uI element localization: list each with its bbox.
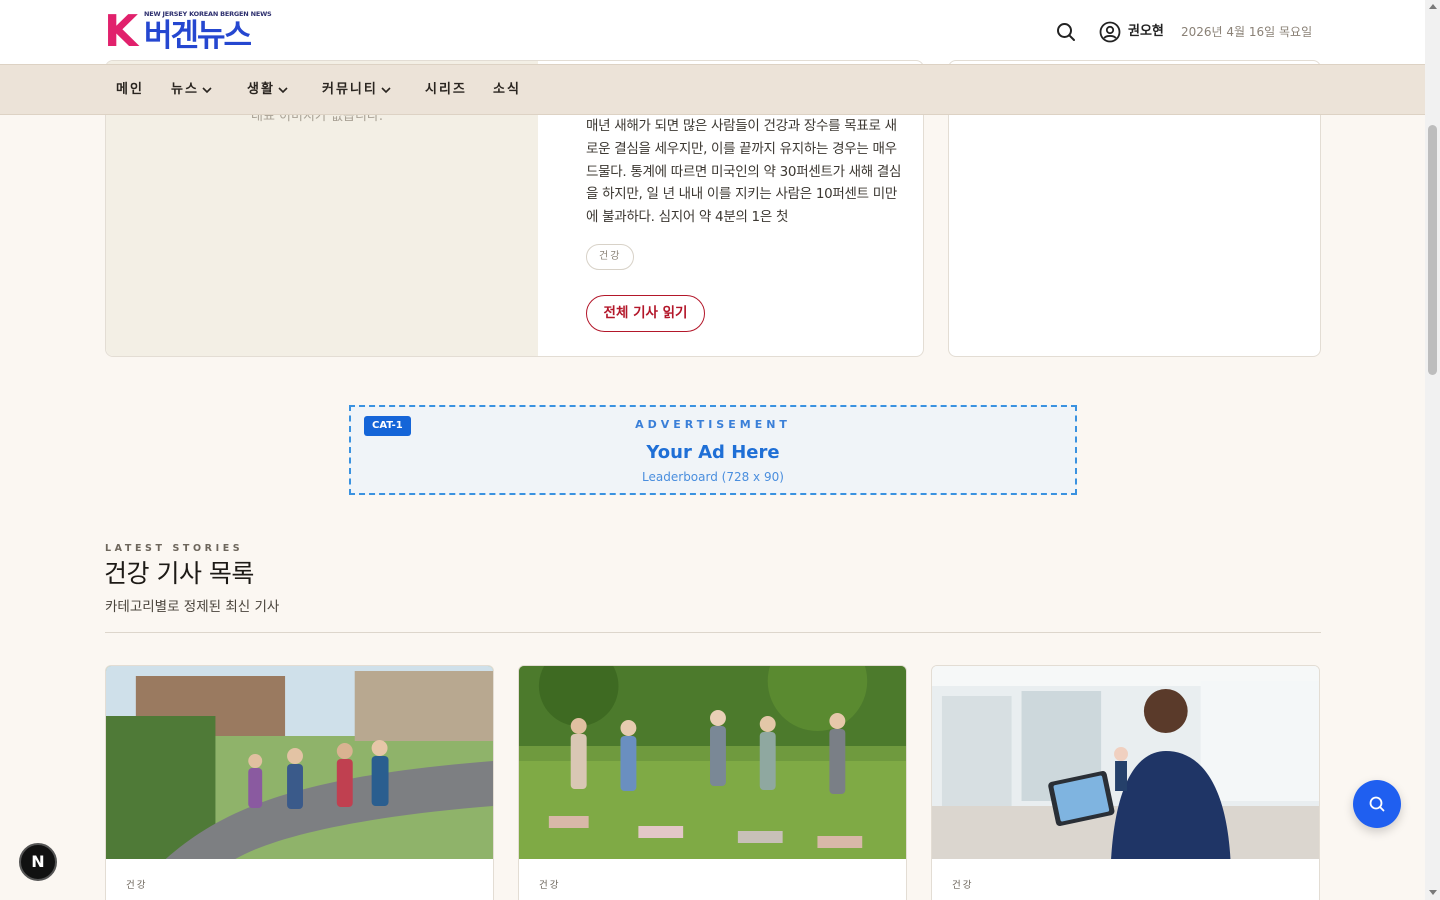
logo-letter: K: [104, 6, 138, 57]
story-category: 건강: [126, 880, 148, 891]
scroll-down-arrow-icon[interactable]: [1429, 890, 1437, 895]
nav-item-notices[interactable]: 소식: [493, 81, 521, 99]
read-full-article-button[interactable]: 전체 기사 읽기: [586, 295, 705, 332]
story-card[interactable]: 건강: [931, 665, 1320, 900]
nav-item-series[interactable]: 시리즈: [425, 81, 467, 99]
ad-leaderboard[interactable]: CAT-1 ADVERTISEMENT Your Ad Here Leaderb…: [349, 405, 1077, 495]
user-name[interactable]: 권오현: [1128, 23, 1164, 41]
ad-size: Leaderboard (728 x 90): [642, 470, 784, 484]
main-nav: 메인 뉴스 생활 커뮤니티 시리즈 소식: [0, 64, 1425, 115]
chevron-down-icon: [278, 87, 288, 94]
site-logo[interactable]: K NEW JERSEY KOREAN BERGEN NEWS 버겐뉴스: [104, 10, 286, 54]
seniors-walking-photo: [106, 666, 493, 859]
user-account-icon[interactable]: [1099, 21, 1121, 43]
nav-item-news[interactable]: 뉴스: [171, 81, 213, 99]
scroll-up-arrow-icon[interactable]: [1429, 4, 1437, 9]
section-divider: [105, 632, 1321, 633]
story-category: 건강: [539, 880, 561, 891]
chevron-down-icon: [381, 87, 391, 94]
nav-item-main[interactable]: 메인: [116, 81, 144, 99]
floating-search-button[interactable]: [1353, 780, 1401, 828]
nextjs-dev-badge[interactable]: N: [19, 843, 57, 881]
current-date: 2026년 4월 16일 목요일: [1181, 25, 1313, 39]
section-title: 건강 기사 목록: [104, 559, 254, 588]
scroll-thumb[interactable]: [1428, 125, 1437, 375]
nurse-tablet-photo: [932, 666, 1319, 859]
ad-title: Your Ad Here: [646, 442, 780, 463]
logo-subtitle: NEW JERSEY KOREAN BERGEN NEWS: [144, 10, 272, 18]
chevron-down-icon: [202, 87, 212, 94]
top-header: K NEW JERSEY KOREAN BERGEN NEWS 버겐뉴스 권오현…: [0, 0, 1425, 64]
nav-item-community[interactable]: 커뮤니티: [322, 81, 392, 99]
featured-excerpt: 매년 새해가 되면 많은 사람들이 건강과 장수를 목표로 새로운 결심을 세우…: [586, 118, 902, 226]
logo-title: 버겐뉴스: [144, 18, 252, 54]
ad-label: ADVERTISEMENT: [635, 418, 791, 431]
featured-tag[interactable]: 건강: [586, 244, 635, 270]
section-subtitle: 카테고리별로 정제된 최신 기사: [105, 599, 280, 615]
search-icon: [1369, 796, 1385, 812]
page-scrollbar[interactable]: [1425, 0, 1440, 900]
search-icon[interactable]: [1055, 21, 1077, 43]
story-card[interactable]: 건강: [105, 665, 494, 900]
story-category: 건강: [952, 880, 974, 891]
seniors-yoga-photo: [519, 666, 906, 859]
section-eyebrow: LATEST STORIES: [105, 543, 244, 554]
story-card[interactable]: 건강: [518, 665, 907, 900]
nav-item-life[interactable]: 생활: [247, 81, 289, 99]
